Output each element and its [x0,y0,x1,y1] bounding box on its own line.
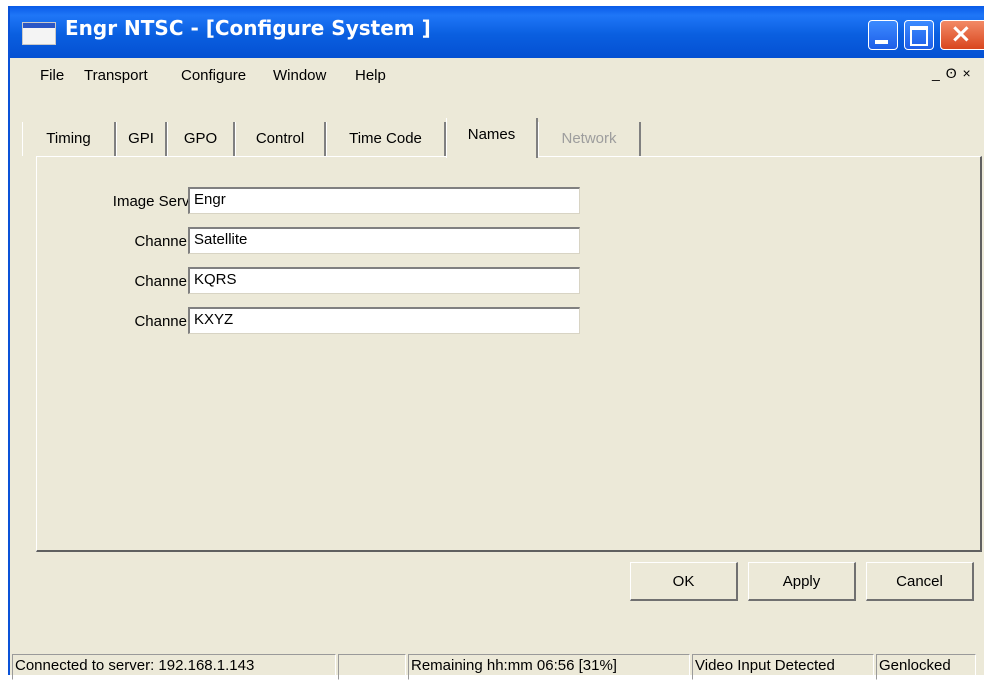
status-video-input: Video Input Detected [692,654,874,680]
menu-help[interactable]: Help [355,67,386,84]
image-server-label: Image Server: [112,193,207,210]
apply-button[interactable]: Apply [748,562,856,601]
tab-gpi[interactable]: GPI [116,122,167,156]
status-connection: Connected to server: 192.168.1.143 [12,654,336,680]
tab-gpo[interactable]: GPO [167,122,235,156]
image-server-input[interactable]: Engr [188,187,580,214]
names-tab-panel: Image Server: Engr Channel 1: Satellite … [36,156,982,552]
maximize-icon [910,26,928,46]
channel-3-label: Channel 3: [134,313,207,330]
minimize-button[interactable] [868,20,898,50]
menu-transport[interactable]: Transport [84,67,148,84]
channel-1-input[interactable]: Satellite [188,227,580,254]
tab-control[interactable]: Control [235,122,326,156]
close-button[interactable]: × [940,19,984,50]
status-genlock: Genlocked [876,654,976,680]
tab-timing[interactable]: Timing [22,122,116,156]
menu-window[interactable]: Window [273,67,326,84]
mdi-controls: _ ʘ × [932,65,972,81]
status-bar: Connected to server: 192.168.1.143 Remai… [10,650,984,681]
ok-button[interactable]: OK [630,562,738,601]
cancel-button[interactable]: Cancel [866,562,974,601]
channel-2-input[interactable]: KQRS [188,267,580,294]
maximize-button[interactable] [904,20,934,50]
title-bar[interactable]: Engr NTSC - [Configure System ] × [10,6,984,58]
status-remaining: Remaining hh:mm 06:56 [31%] [408,654,690,680]
mdi-restore-button[interactable]: ʘ [946,65,958,81]
mdi-close-button[interactable]: × [962,65,971,81]
app-window-icon[interactable] [22,22,56,45]
menu-configure[interactable]: Configure [181,67,246,84]
tab-network: Network [538,122,641,156]
minimize-icon [875,40,888,44]
close-icon: × [950,19,972,49]
main-window: Engr NTSC - [Configure System ] × File T… [8,6,984,680]
tab-names[interactable]: Names [446,118,538,158]
window-title: Engr NTSC - [Configure System ] [65,16,431,40]
status-empty-pane [338,654,406,680]
menu-file[interactable]: File [40,67,64,84]
channel-3-input[interactable]: KXYZ [188,307,580,334]
mdi-minimize-button[interactable]: _ [932,65,941,81]
tab-time-code[interactable]: Time Code [326,122,446,156]
menu-bar: File Transport Configure Window Help _ ʘ… [10,58,984,88]
channel-1-label: Channel 1: [134,233,207,250]
channel-2-label: Channel 2: [134,273,207,290]
